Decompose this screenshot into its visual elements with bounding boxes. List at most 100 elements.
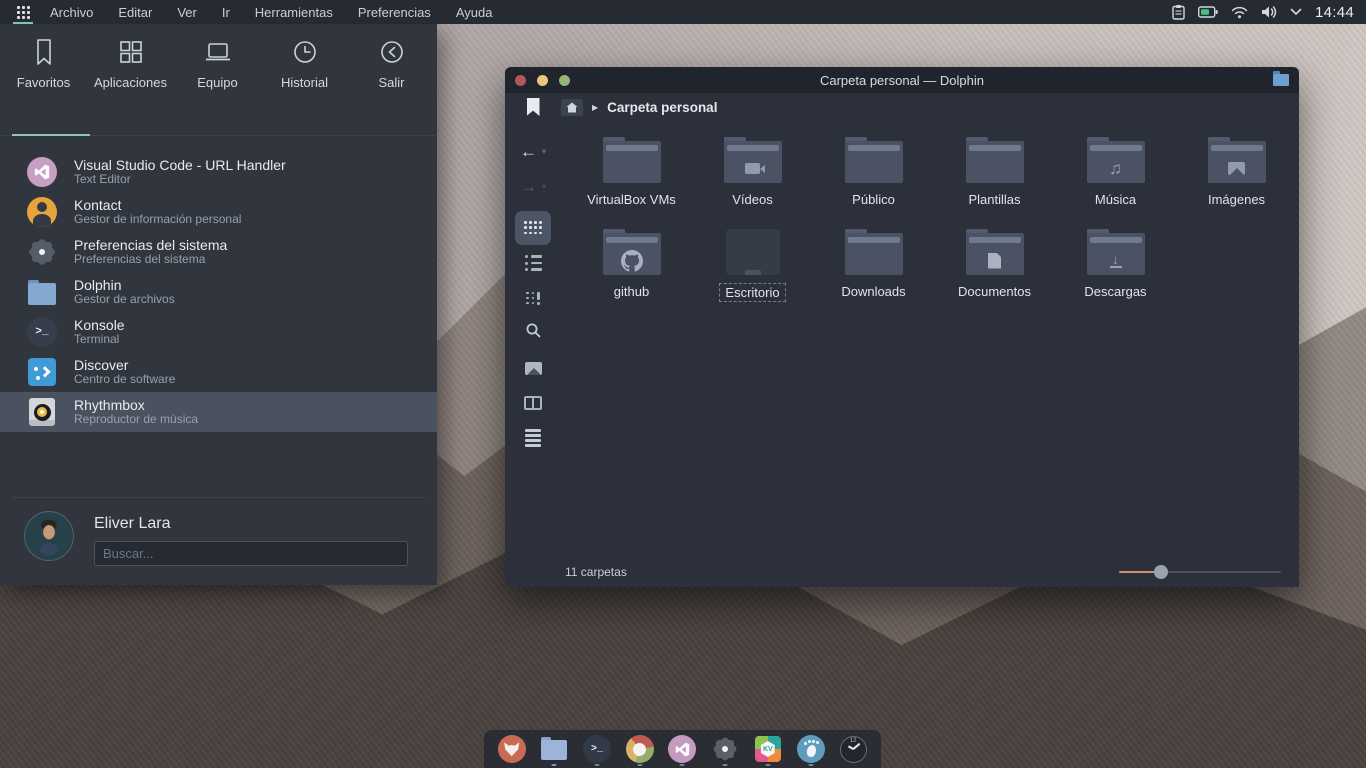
folder-documentos[interactable]: Documentos (934, 229, 1055, 321)
computer-icon (203, 38, 233, 66)
dock-kvantum[interactable]: KV (753, 732, 783, 766)
application-launcher-panel: Favoritos Aplicaciones Equipo Historial … (0, 24, 437, 585)
folder-virtualbox-vms[interactable]: VirtualBox VMs (571, 137, 692, 229)
menu-archivo[interactable]: Archivo (50, 5, 93, 20)
split-view-button[interactable] (515, 386, 551, 420)
app-description: Terminal (74, 333, 125, 347)
back-caret-icon: ▾ (542, 147, 546, 156)
list-view-button[interactable] (515, 246, 551, 280)
app-item-vscode[interactable]: Visual Studio Code - URL Handler Text Ed… (0, 152, 437, 192)
dock-vscode[interactable] (667, 732, 697, 766)
clipboard-icon[interactable] (1172, 4, 1185, 20)
menu-ayuda[interactable]: Ayuda (456, 5, 493, 20)
folder-escritorio[interactable]: Escritorio (692, 229, 813, 321)
compact-view-button[interactable] (515, 281, 551, 315)
app-item-kontact[interactable]: Kontact Gestor de información personal (0, 192, 437, 232)
folder-label: Descargas (1078, 282, 1152, 301)
back-button[interactable]: ← ▾ (520, 141, 546, 161)
app-item-discover[interactable]: Discover Centro de software (0, 352, 437, 392)
preview-button[interactable] (515, 351, 551, 385)
app-item-dolphin[interactable]: Dolphin Gestor de archivos (0, 272, 437, 312)
search-button[interactable] (515, 316, 551, 350)
clock[interactable]: 14:44 (1315, 4, 1354, 21)
folder-label: Público (846, 190, 901, 209)
folder-descargas[interactable]: ↓ Descargas (1055, 229, 1176, 321)
grid-view-button[interactable] (515, 211, 551, 245)
kontact-icon (27, 197, 57, 227)
dock-system-settings[interactable] (710, 732, 740, 766)
menu-button[interactable] (515, 421, 551, 455)
app-name: Konsole (74, 317, 125, 333)
folder-download-icon: ↓ (1087, 229, 1145, 275)
wifi-icon[interactable] (1231, 6, 1248, 19)
crumb-arrow-icon: ▶ (592, 103, 598, 112)
folder-imagenes[interactable]: Imágenes (1176, 137, 1297, 229)
folder-github-icon (603, 229, 661, 275)
close-button[interactable] (515, 75, 526, 86)
tab-equipo[interactable]: Equipo (174, 38, 261, 136)
app-item-konsole[interactable]: >_ Konsole Terminal (0, 312, 437, 352)
status-text: 11 carpetas (565, 565, 627, 579)
maximize-button[interactable] (559, 75, 570, 86)
app-description: Gestor de información personal (74, 213, 241, 227)
chevron-down-icon[interactable] (1290, 8, 1302, 16)
slider-handle[interactable] (1154, 565, 1168, 579)
home-crumb-button[interactable] (561, 99, 583, 116)
bookmark-icon (31, 38, 57, 66)
app-description: Gestor de archivos (74, 293, 175, 307)
breadcrumb-current[interactable]: Carpeta personal (607, 100, 717, 115)
minimize-button[interactable] (537, 75, 548, 86)
zoom-slider[interactable] (1119, 565, 1281, 579)
vscode-icon (27, 157, 57, 187)
list-view-icon (525, 255, 542, 271)
dock-gnome[interactable] (796, 732, 826, 766)
tab-historial[interactable]: Historial (261, 38, 348, 136)
places-bookmark-icon[interactable] (527, 98, 540, 116)
volume-icon[interactable] (1261, 5, 1277, 19)
menu-ver[interactable]: Ver (177, 5, 197, 20)
history-clock-icon (291, 38, 319, 66)
folder-publico[interactable]: Público (813, 137, 934, 229)
folder-label: github (608, 282, 655, 301)
dock-firefox[interactable] (497, 732, 527, 766)
app-description: Preferencias del sistema (74, 253, 227, 267)
app-item-rhythmbox[interactable]: Rhythmbox Reproductor de música (0, 392, 437, 432)
dock-file-manager[interactable] (539, 732, 569, 766)
tab-label: Favoritos (17, 75, 70, 90)
app-name: Rhythmbox (74, 397, 198, 413)
menu-herramientas[interactable]: Herramientas (255, 5, 333, 20)
global-menu: Archivo Editar Ver Ir Herramientas Prefe… (50, 5, 492, 20)
dock-chrome[interactable] (625, 732, 655, 766)
menu-preferencias[interactable]: Preferencias (358, 5, 431, 20)
menu-editar[interactable]: Editar (118, 5, 152, 20)
folder-video-icon (724, 137, 782, 183)
chrome-icon (626, 735, 654, 763)
dock-konsole[interactable]: >_ (582, 732, 612, 766)
search-input[interactable] (94, 541, 408, 566)
running-indicator (680, 764, 685, 766)
apps-grid-icon (117, 38, 145, 66)
menu-ir[interactable]: Ir (222, 5, 230, 20)
firefox-icon (498, 735, 526, 763)
app-launcher-button[interactable] (12, 0, 34, 24)
folder-github[interactable]: github (571, 229, 692, 321)
folder-videos[interactable]: Vídeos (692, 137, 813, 229)
active-tab-underline (12, 134, 90, 136)
tab-favoritos[interactable]: Favoritos (0, 38, 87, 136)
dock-clock[interactable]: 12 (838, 732, 868, 766)
folder-plantillas[interactable]: Plantillas (934, 137, 1055, 229)
tab-salir[interactable]: Salir (348, 38, 435, 136)
forward-button[interactable]: → ▾ (520, 176, 546, 196)
folder-document-icon (966, 229, 1024, 275)
battery-icon[interactable] (1198, 6, 1218, 18)
app-description: Reproductor de música (74, 413, 198, 427)
app-item-preferencias[interactable]: Preferencias del sistema Preferencias de… (0, 232, 437, 272)
folder-musica[interactable]: ♫ Música (1055, 137, 1176, 229)
app-name: Preferencias del sistema (74, 237, 227, 253)
tab-aplicaciones[interactable]: Aplicaciones (87, 38, 174, 136)
folder-downloads[interactable]: Downloads (813, 229, 934, 321)
folder-icon (845, 137, 903, 183)
back-arrow-icon: ← (520, 143, 537, 160)
kvantum-icon: KV (755, 736, 781, 762)
app-name: Dolphin (74, 277, 175, 293)
